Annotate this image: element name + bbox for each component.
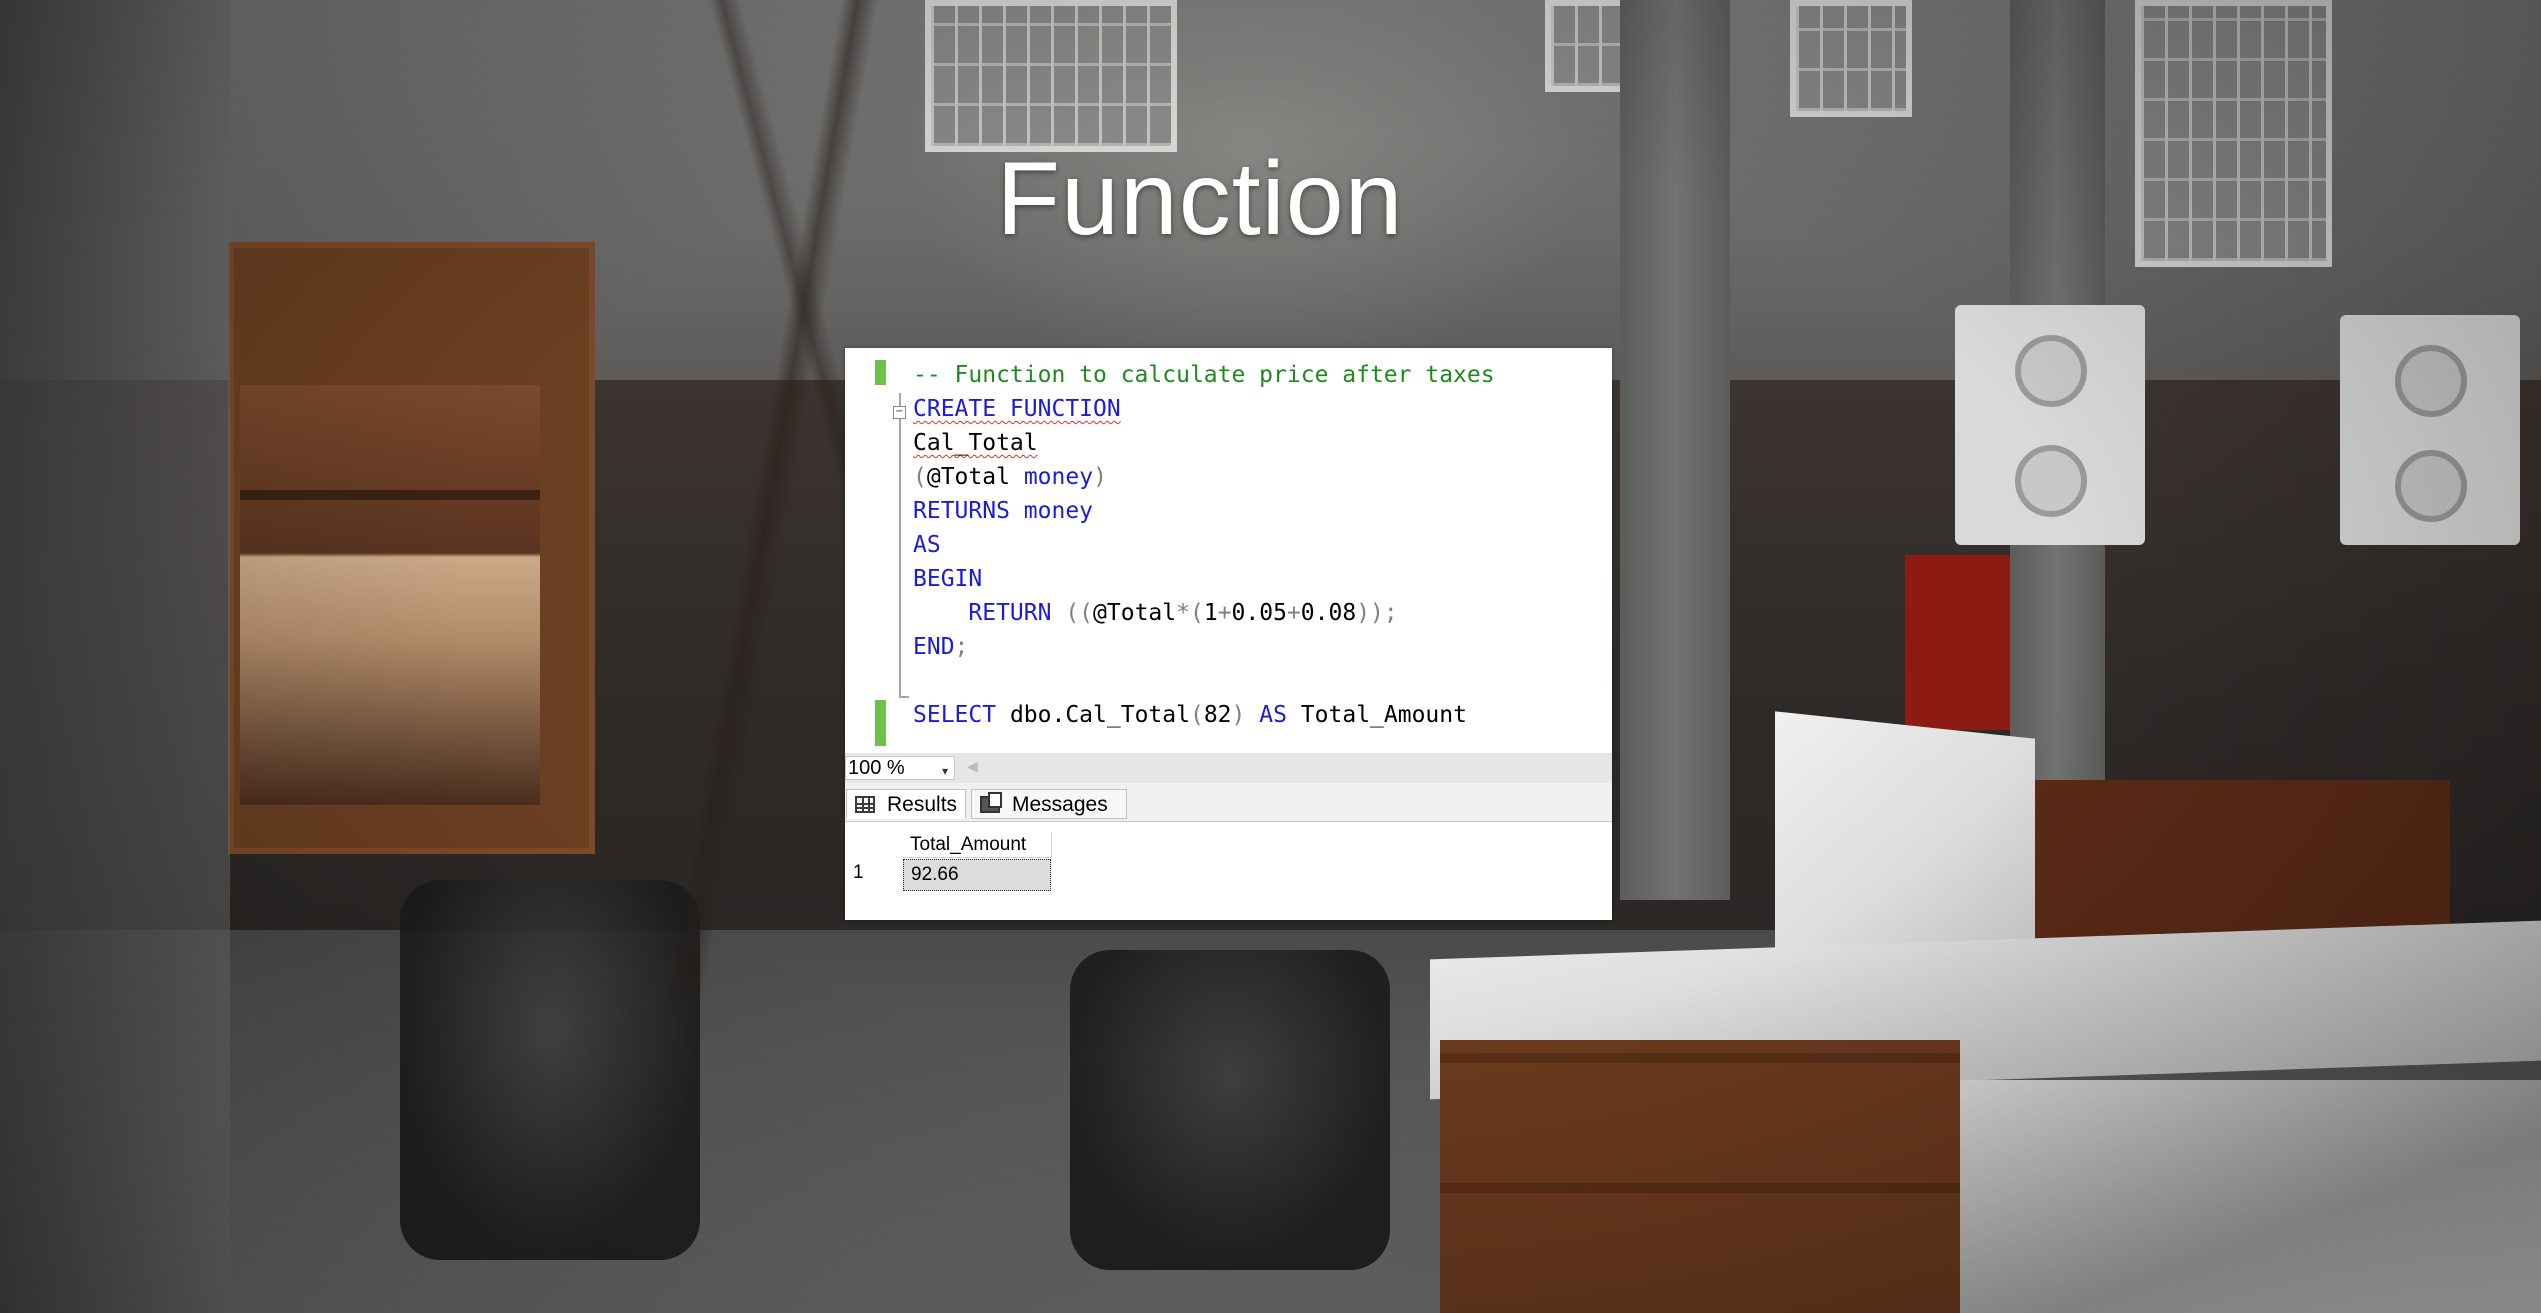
code-line-4: (@Total money) [913, 464, 1107, 490]
sql-comment: -- Function to calculate price after tax… [913, 362, 1495, 388]
sql-keyword: RETURNS [913, 498, 1010, 524]
editor-statusbar: 100 % ▾ ◀ [845, 753, 1612, 783]
sql-keyword: RETURN [968, 600, 1052, 626]
number: 82 [1203, 702, 1232, 728]
code-line-6: AS [913, 532, 941, 558]
sql-type: money [1023, 464, 1094, 490]
variable: @Total [1093, 600, 1177, 626]
collapse-icon[interactable]: − [893, 406, 906, 419]
sql-keyword: SELECT [913, 702, 997, 728]
column-header[interactable]: Total_Amount [902, 832, 1052, 858]
slide-title: Function [996, 141, 1404, 257]
number: 1 [1203, 600, 1218, 626]
operator: + [1286, 600, 1301, 626]
query-editor[interactable]: − -- Function to calculate price after t… [845, 348, 1612, 753]
tab-results[interactable]: Results [846, 789, 966, 819]
tab-messages[interactable]: Messages [971, 789, 1127, 819]
grid-cell[interactable]: 92.66 [903, 859, 1051, 891]
chevron-down-icon: ▾ [941, 764, 948, 778]
paren: ( [1189, 702, 1204, 728]
row-number: 1 [853, 862, 864, 883]
code-line-5: RETURNS money [913, 498, 1093, 524]
function-call: dbo.Cal_Total [996, 702, 1190, 728]
operator: + [1217, 600, 1232, 626]
sql-keyword: END [913, 634, 955, 660]
number: 0.08 [1300, 600, 1357, 626]
function-name: Cal_Total [913, 430, 1038, 456]
grid-icon [855, 796, 875, 813]
tab-messages-label: Messages [1012, 793, 1108, 816]
code-line-8: RETURN ((@Total*(1+0.05+0.08)); [913, 600, 1398, 626]
column-alias: Total_Amount [1286, 702, 1467, 728]
paren: ) [1231, 702, 1246, 728]
outline-end [899, 696, 909, 698]
zoom-value: 100 % [848, 757, 905, 779]
code-line-1: -- Function to calculate price after tax… [913, 362, 1495, 388]
change-bar [875, 360, 886, 385]
code-line-11: SELECT dbo.Cal_Total(82) AS Total_Amount [913, 702, 1467, 728]
operator: *( [1176, 600, 1204, 626]
outline-line [899, 393, 901, 698]
sql-keyword: AS [913, 532, 941, 558]
paren: ) [1093, 464, 1107, 490]
paren: )); [1356, 600, 1398, 626]
semicolon: ; [954, 634, 969, 660]
results-grid: Total_Amount 1 92.66 [845, 822, 1612, 920]
change-bar [875, 700, 886, 746]
messages-icon [980, 792, 1002, 813]
sql-keyword: BEGIN [913, 566, 983, 592]
paren: ( [913, 464, 927, 490]
paren: (( [1051, 600, 1094, 626]
code-line-2: CREATE FUNCTION [913, 396, 1121, 422]
sql-keyword: AS [1259, 702, 1287, 728]
parameter: @Total [926, 464, 1010, 490]
tab-results-label: Results [887, 793, 958, 816]
code-line-9: END; [913, 634, 968, 660]
code-line-3: Cal_Total [913, 430, 1038, 456]
sql-keyword: CREATE FUNCTION [913, 396, 1121, 422]
number: 0.05 [1231, 600, 1287, 626]
results-tabbar: Results Messages [845, 783, 1612, 822]
ssms-query-window: − -- Function to calculate price after t… [845, 348, 1612, 920]
code-line-7: BEGIN [913, 566, 982, 592]
sql-type: money [1023, 498, 1094, 524]
zoom-dropdown[interactable]: 100 % ▾ [845, 756, 955, 780]
scroll-left-icon[interactable]: ◀ [967, 759, 978, 775]
